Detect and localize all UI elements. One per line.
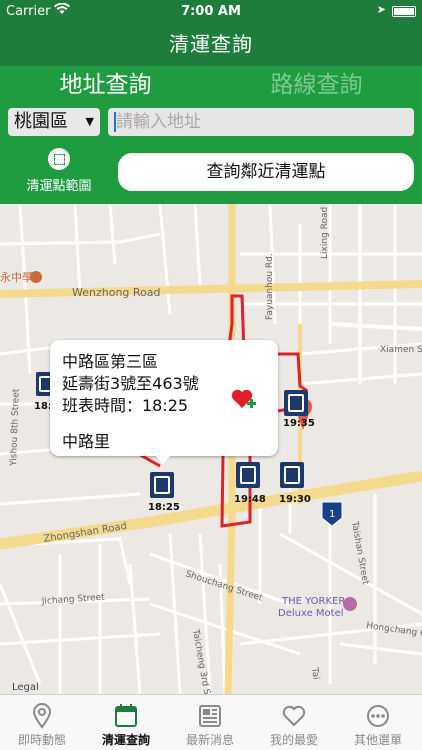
street-label: Yishou 8th Street bbox=[9, 388, 22, 467]
text-cursor bbox=[114, 112, 116, 132]
tab-news[interactable]: 最新消息 bbox=[168, 695, 252, 750]
cleanup-range-button[interactable]: 清運點範圍 bbox=[10, 146, 108, 198]
trash-marker[interactable] bbox=[150, 472, 174, 498]
street-label: Fayuanhou Rd. bbox=[265, 253, 275, 320]
marker-time: 19:30 bbox=[279, 494, 311, 505]
tab-label: 我的最愛 bbox=[269, 733, 318, 747]
callout-arrow bbox=[154, 454, 172, 464]
trash-marker[interactable] bbox=[280, 462, 304, 488]
tab-more[interactable]: 其他選單 bbox=[336, 695, 420, 750]
page-title: 清運查詢 bbox=[169, 32, 253, 56]
street-label: Lixing Road bbox=[320, 207, 330, 259]
tab-address-query[interactable]: 地址查詢 bbox=[0, 68, 211, 102]
highway-number: 1 bbox=[329, 509, 335, 520]
street-label: Shouchang Street bbox=[184, 569, 264, 604]
query-nearby-button[interactable]: 查詢鄰近清運點 bbox=[118, 153, 414, 191]
nav-bar: 清運查詢 bbox=[0, 24, 422, 66]
address-input[interactable] bbox=[108, 108, 414, 136]
location-pin-outline-icon bbox=[32, 703, 52, 729]
poi-label: Deluxe Motel bbox=[278, 608, 344, 619]
tab-label: 最新消息 bbox=[185, 733, 234, 747]
tab-favorites[interactable]: 我的最愛 bbox=[252, 695, 336, 750]
map-view[interactable]: Wenzhong Road Xiamen Str Fayuanhou Rd. L… bbox=[0, 204, 422, 694]
tab-route-query[interactable]: 路線查詢 bbox=[211, 68, 422, 102]
battery-icon bbox=[392, 6, 416, 17]
status-bar: Carrier 7:00 AM ➤ bbox=[0, 0, 422, 24]
callout-schedule: 班表時間：18:25 bbox=[62, 396, 189, 415]
location-arrow-icon: ➤ bbox=[376, 3, 386, 16]
street-label: Jichang Street bbox=[41, 593, 106, 607]
tab-label: 其他選單 bbox=[353, 733, 402, 747]
legal-link: Legal bbox=[12, 682, 39, 693]
tab-cleanup-query[interactable]: 清運查詢 bbox=[84, 695, 168, 750]
tab-label: 即時動態 bbox=[17, 733, 66, 747]
district-select[interactable]: 桃園區 ▼ bbox=[8, 108, 100, 136]
search-panel: 地址查詢 路線查詢 桃園區 ▼ 清運點範圍 查詢鄰近清運點 bbox=[0, 66, 422, 204]
tab-bar: 即時動態 清運查詢 最新消息 我的最愛 其他選單 bbox=[0, 694, 422, 750]
street-label: Xiamen Str bbox=[380, 345, 422, 355]
callout-village: 中路里 bbox=[62, 432, 111, 451]
callout-popup[interactable]: 中路區第三區 延壽街3號至463號 班表時間：18:25 中路里 bbox=[50, 340, 278, 464]
range-label: 清運點範圍 bbox=[26, 179, 92, 194]
tab-realtime[interactable]: 即時動態 bbox=[0, 695, 84, 750]
marker-time: 19:48 bbox=[234, 494, 266, 505]
add-favorite-icon[interactable] bbox=[230, 386, 258, 414]
clock: 7:00 AM bbox=[181, 4, 241, 19]
range-select-icon bbox=[48, 148, 70, 170]
trash-marker[interactable] bbox=[284, 390, 308, 416]
street-label: Tai bbox=[309, 666, 321, 680]
more-icon bbox=[367, 705, 389, 727]
poi-label: THE YORKER bbox=[281, 596, 345, 607]
newspaper-icon bbox=[199, 705, 221, 727]
trash-marker[interactable] bbox=[236, 462, 260, 488]
street-label: Wenzhong Road bbox=[72, 286, 161, 299]
callout-address: 延壽街3號至463號 bbox=[62, 374, 199, 393]
marker-time: 18:25 bbox=[148, 502, 180, 513]
caret-down-icon: ▼ bbox=[85, 115, 94, 128]
district-value: 桃園區 bbox=[14, 111, 68, 132]
tab-label: 清運查詢 bbox=[101, 733, 150, 747]
callout-title: 中路區第三區 bbox=[62, 352, 159, 371]
marker-time: 19:35 bbox=[283, 418, 315, 429]
poi-label: 永中學 bbox=[0, 270, 33, 284]
street-label: Taicheng 3rd Street bbox=[190, 628, 215, 694]
calendar-icon bbox=[115, 704, 137, 727]
heart-icon bbox=[282, 705, 306, 727]
